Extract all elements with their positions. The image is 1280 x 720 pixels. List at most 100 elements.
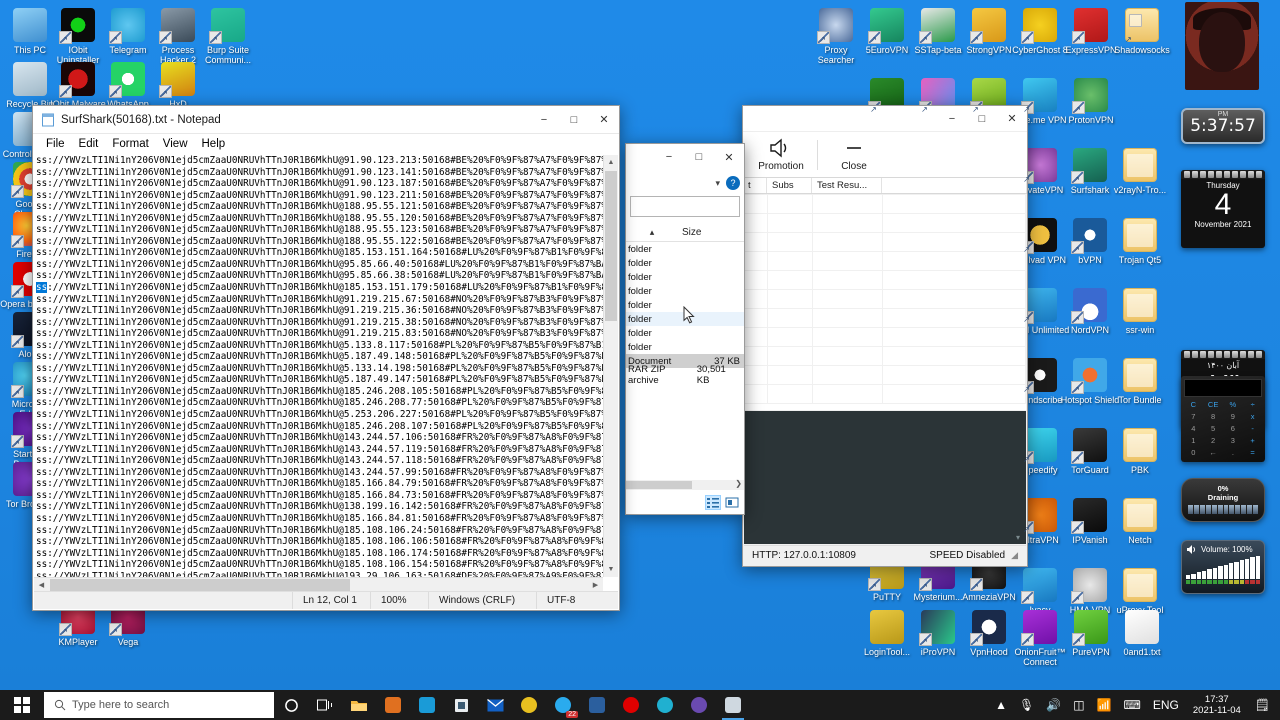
notepad-window-controls[interactable]: − □ ✕ [529, 106, 619, 134]
desktop-icon-hxd[interactable]: HxD [148, 62, 208, 109]
list-item[interactable]: folder [626, 242, 744, 256]
v2rayn-window-controls[interactable]: − □ ✕ [937, 105, 1027, 133]
taskbar-edge-icon[interactable] [410, 690, 444, 720]
col-test-result[interactable]: Test Resu... [812, 178, 882, 193]
notepad-line[interactable]: ss://YWVzLTI1Ni1nY206V0N1ejd5cmZaaU0NRUV… [36, 328, 603, 340]
calc-key-3[interactable]: 3 [1224, 435, 1243, 446]
taskbar-idm-icon[interactable] [580, 690, 614, 720]
large-icons-view-button[interactable] [724, 495, 740, 510]
notepad-line[interactable]: ss://YWVzLTI1Ni1nY206V0N1ejd5cmZaaU0NRUV… [36, 259, 603, 271]
network-icon[interactable]: 📶 [1091, 690, 1118, 720]
desktop[interactable]: This PCRecycle BinControl PanelGoogle Ch… [0, 0, 1280, 690]
file-explorer-dialog[interactable]: − □ ✕ ▾ ? ▴ Size folder folder folder folde… [625, 143, 745, 515]
notepad-titlebar[interactable]: SurfShark(50168).txt - Notepad − □ ✕ [33, 106, 619, 134]
show-hidden-icons-button[interactable]: ▲ [989, 690, 1013, 720]
table-row[interactable] [744, 214, 1026, 233]
v2rayn-toolbar[interactable]: Promotion Close [743, 132, 1027, 178]
scroll-thumb[interactable] [605, 171, 617, 321]
col-t[interactable]: t [743, 178, 767, 193]
scroll-left-icon[interactable]: ◀ [34, 581, 49, 589]
column-size[interactable]: Size [678, 227, 701, 238]
table-row[interactable] [744, 271, 1026, 290]
notepad-line[interactable]: ss://YWVzLTI1Ni1nY206V0N1ejd5cmZaaU0NRUV… [36, 167, 603, 179]
notepad-line[interactable]: ss://YWVzLTI1Ni1nY206V0N1ejd5cmZaaU0NRUV… [36, 501, 603, 513]
minimize-button[interactable]: − [654, 144, 684, 170]
notepad-vertical-scrollbar[interactable]: ▲ ▼ [603, 155, 618, 577]
list-item[interactable]: folder [626, 326, 744, 340]
menu-item-edit[interactable]: Edit [72, 136, 106, 152]
notepad-line[interactable]: ss://YWVzLTI1Ni1nY206V0N1ejd5cmZaaU0NRUV… [36, 236, 603, 248]
notepad-line[interactable]: ss://YWVzLTI1Ni1nY206V0N1ejd5cmZaaU0NRUV… [36, 317, 603, 329]
explorer-window-controls[interactable]: − □ ✕ [654, 144, 744, 172]
taskbar-cortana-icon[interactable] [274, 690, 308, 720]
calc-key-C[interactable]: C [1184, 399, 1203, 410]
taskbar[interactable]: Type here to search 22 ▲ 🎙 🔊 ◫ 📶 ⌨ ENG 1… [0, 690, 1280, 720]
desktop-icon-tor-bundle[interactable]: Tor Bundle [1110, 358, 1170, 405]
notepad-line[interactable]: ss://YWVzLTI1Ni1nY206V0N1ejd5cmZaaU0NRUV… [36, 247, 603, 259]
list-item[interactable]: folder [626, 256, 744, 270]
chevron-down-icon[interactable]: ▾ [715, 178, 720, 189]
notepad-line[interactable]: ss://YWVzLTI1Ni1nY206V0N1ejd5cmZaaU0NRUV… [36, 513, 603, 525]
scroll-down-icon[interactable]: ▼ [604, 562, 618, 577]
calc-key-%[interactable]: % [1224, 399, 1243, 410]
desktop-icon-uproxy-tool[interactable]: uProxy Tool [1110, 568, 1170, 615]
desktop-icon-netch[interactable]: Netch [1110, 498, 1170, 545]
calc-key-0[interactable]: 0 [1184, 447, 1203, 458]
menu-item-view[interactable]: View [156, 136, 195, 152]
notepad-line[interactable]: ss://YWVzLTI1Ni1nY206V0N1ejd5cmZaaU0NRUV… [36, 178, 603, 190]
table-row[interactable] [744, 347, 1026, 366]
calc-key-5[interactable]: 5 [1204, 423, 1223, 434]
system-tray[interactable]: ▲ 🎙 🔊 ◫ 📶 ⌨ ENG 17:37 2021-11-04 🗒 [989, 690, 1280, 720]
notepad-line[interactable]: ss://YWVzLTI1Ni1nY206V0N1ejd5cmZaaU0NRUV… [36, 455, 603, 467]
notepad-line[interactable]: ss://YWVzLTI1Ni1nY206V0N1ejd5cmZaaU0NRUV… [36, 432, 603, 444]
table-row[interactable] [744, 290, 1026, 309]
calc-key-÷[interactable]: ÷ [1243, 399, 1262, 410]
calc-key-4[interactable]: 4 [1184, 423, 1203, 434]
notepad-line[interactable]: ss://YWVzLTI1Ni1nY206V0N1ejd5cmZaaU0NRUV… [36, 386, 603, 398]
taskbar-media-player-icon[interactable] [376, 690, 410, 720]
calc-key-2[interactable]: 2 [1204, 435, 1223, 446]
calc-key-=[interactable]: = [1243, 447, 1262, 458]
minimize-button[interactable]: − [937, 105, 967, 133]
list-item[interactable]: RAR ZIP archive 30,501 KB [626, 364, 744, 386]
v2rayn-log-panel[interactable]: ▾ [744, 411, 1026, 544]
scroll-thumb[interactable] [626, 481, 692, 489]
calc-key-7[interactable]: 7 [1184, 411, 1203, 422]
notepad-line[interactable]: ss://YWVzLTI1Ni1nY206V0N1ejd5cmZaaU0NRUV… [36, 374, 603, 386]
table-row[interactable] [744, 309, 1026, 328]
list-item[interactable]: folder [626, 284, 744, 298]
table-row[interactable] [744, 252, 1026, 271]
close-button[interactable]: ✕ [589, 106, 619, 134]
calc-key-6[interactable]: 6 [1224, 423, 1243, 434]
notepad-line[interactable]: ss://YWVzLTI1Ni1nY206V0N1ejd5cmZaaU0NRUV… [36, 270, 603, 282]
calc-key-←[interactable]: ← [1204, 447, 1223, 458]
taskbar-microsoft-store-icon[interactable] [444, 690, 478, 720]
search-input[interactable]: Type here to search [44, 692, 274, 718]
desktop-icon-v2rayn-tro[interactable]: v2rayN-Tro... [1110, 148, 1170, 195]
notepad-line[interactable]: ss://YWVzLTI1Ni1nY206V0N1ejd5cmZaaU0NRUV… [36, 340, 603, 352]
menu-item-file[interactable]: File [39, 136, 72, 152]
notepad-line[interactable]: ss://YWVzLTI1Ni1nY206V0N1ejd5cmZaaU0NRUV… [36, 421, 603, 433]
sort-ascending-icon[interactable]: ▴ [626, 227, 678, 238]
help-icon[interactable]: ? [726, 176, 740, 190]
calc-key-8[interactable]: 8 [1204, 411, 1223, 422]
start-button[interactable] [0, 690, 44, 720]
explorer-subheader[interactable]: ▾ ? [626, 174, 744, 192]
close-toolbar-button[interactable]: Close [822, 138, 886, 172]
notepad-line[interactable]: ss://YWVzLTI1Ni1nY206V0N1ejd5cmZaaU0NRUV… [36, 444, 603, 456]
notepad-line[interactable]: ss://YWVzLTI1Ni1nY206V0N1ejd5cmZaaU0NRUV… [36, 190, 603, 202]
explorer-footer[interactable]: ❯ [626, 479, 744, 514]
desktop-icon-protonvpn[interactable]: ProtonVPN [1061, 78, 1121, 125]
notepad-line[interactable]: ss://YWVzLTI1Ni1nY206V0N1ejd5cmZaaU0NRUV… [36, 282, 603, 294]
calculator-keypad[interactable]: C CE% ÷ 7 8 9 x 4 5 6- 1 2 3 +0 ←. = [1184, 399, 1262, 458]
battery-gadget[interactable]: 0% Draining [1181, 478, 1265, 522]
table-row[interactable] [744, 385, 1026, 404]
language-indicator[interactable]: ENG [1147, 690, 1185, 720]
notepad-window[interactable]: SurfShark(50168).txt - Notepad − □ ✕ Fil… [32, 105, 620, 611]
notepad-line[interactable]: ss://YWVzLTI1Ni1nY206V0N1ejd5cmZaaU0NRUV… [36, 536, 603, 548]
notepad-line[interactable]: ss://YWVzLTI1Ni1nY206V0N1ejd5cmZaaU0NRUV… [36, 397, 603, 409]
notepad-line[interactable]: ss://YWVzLTI1Ni1nY206V0N1ejd5cmZaaU0NRUV… [36, 559, 603, 571]
table-row[interactable] [744, 233, 1026, 252]
calculator-gadget[interactable]: C CE% ÷ 7 8 9 x 4 5 6- 1 2 3 +0 ←. = [1181, 376, 1265, 462]
chevron-down-icon[interactable]: ▾ [1016, 533, 1020, 542]
